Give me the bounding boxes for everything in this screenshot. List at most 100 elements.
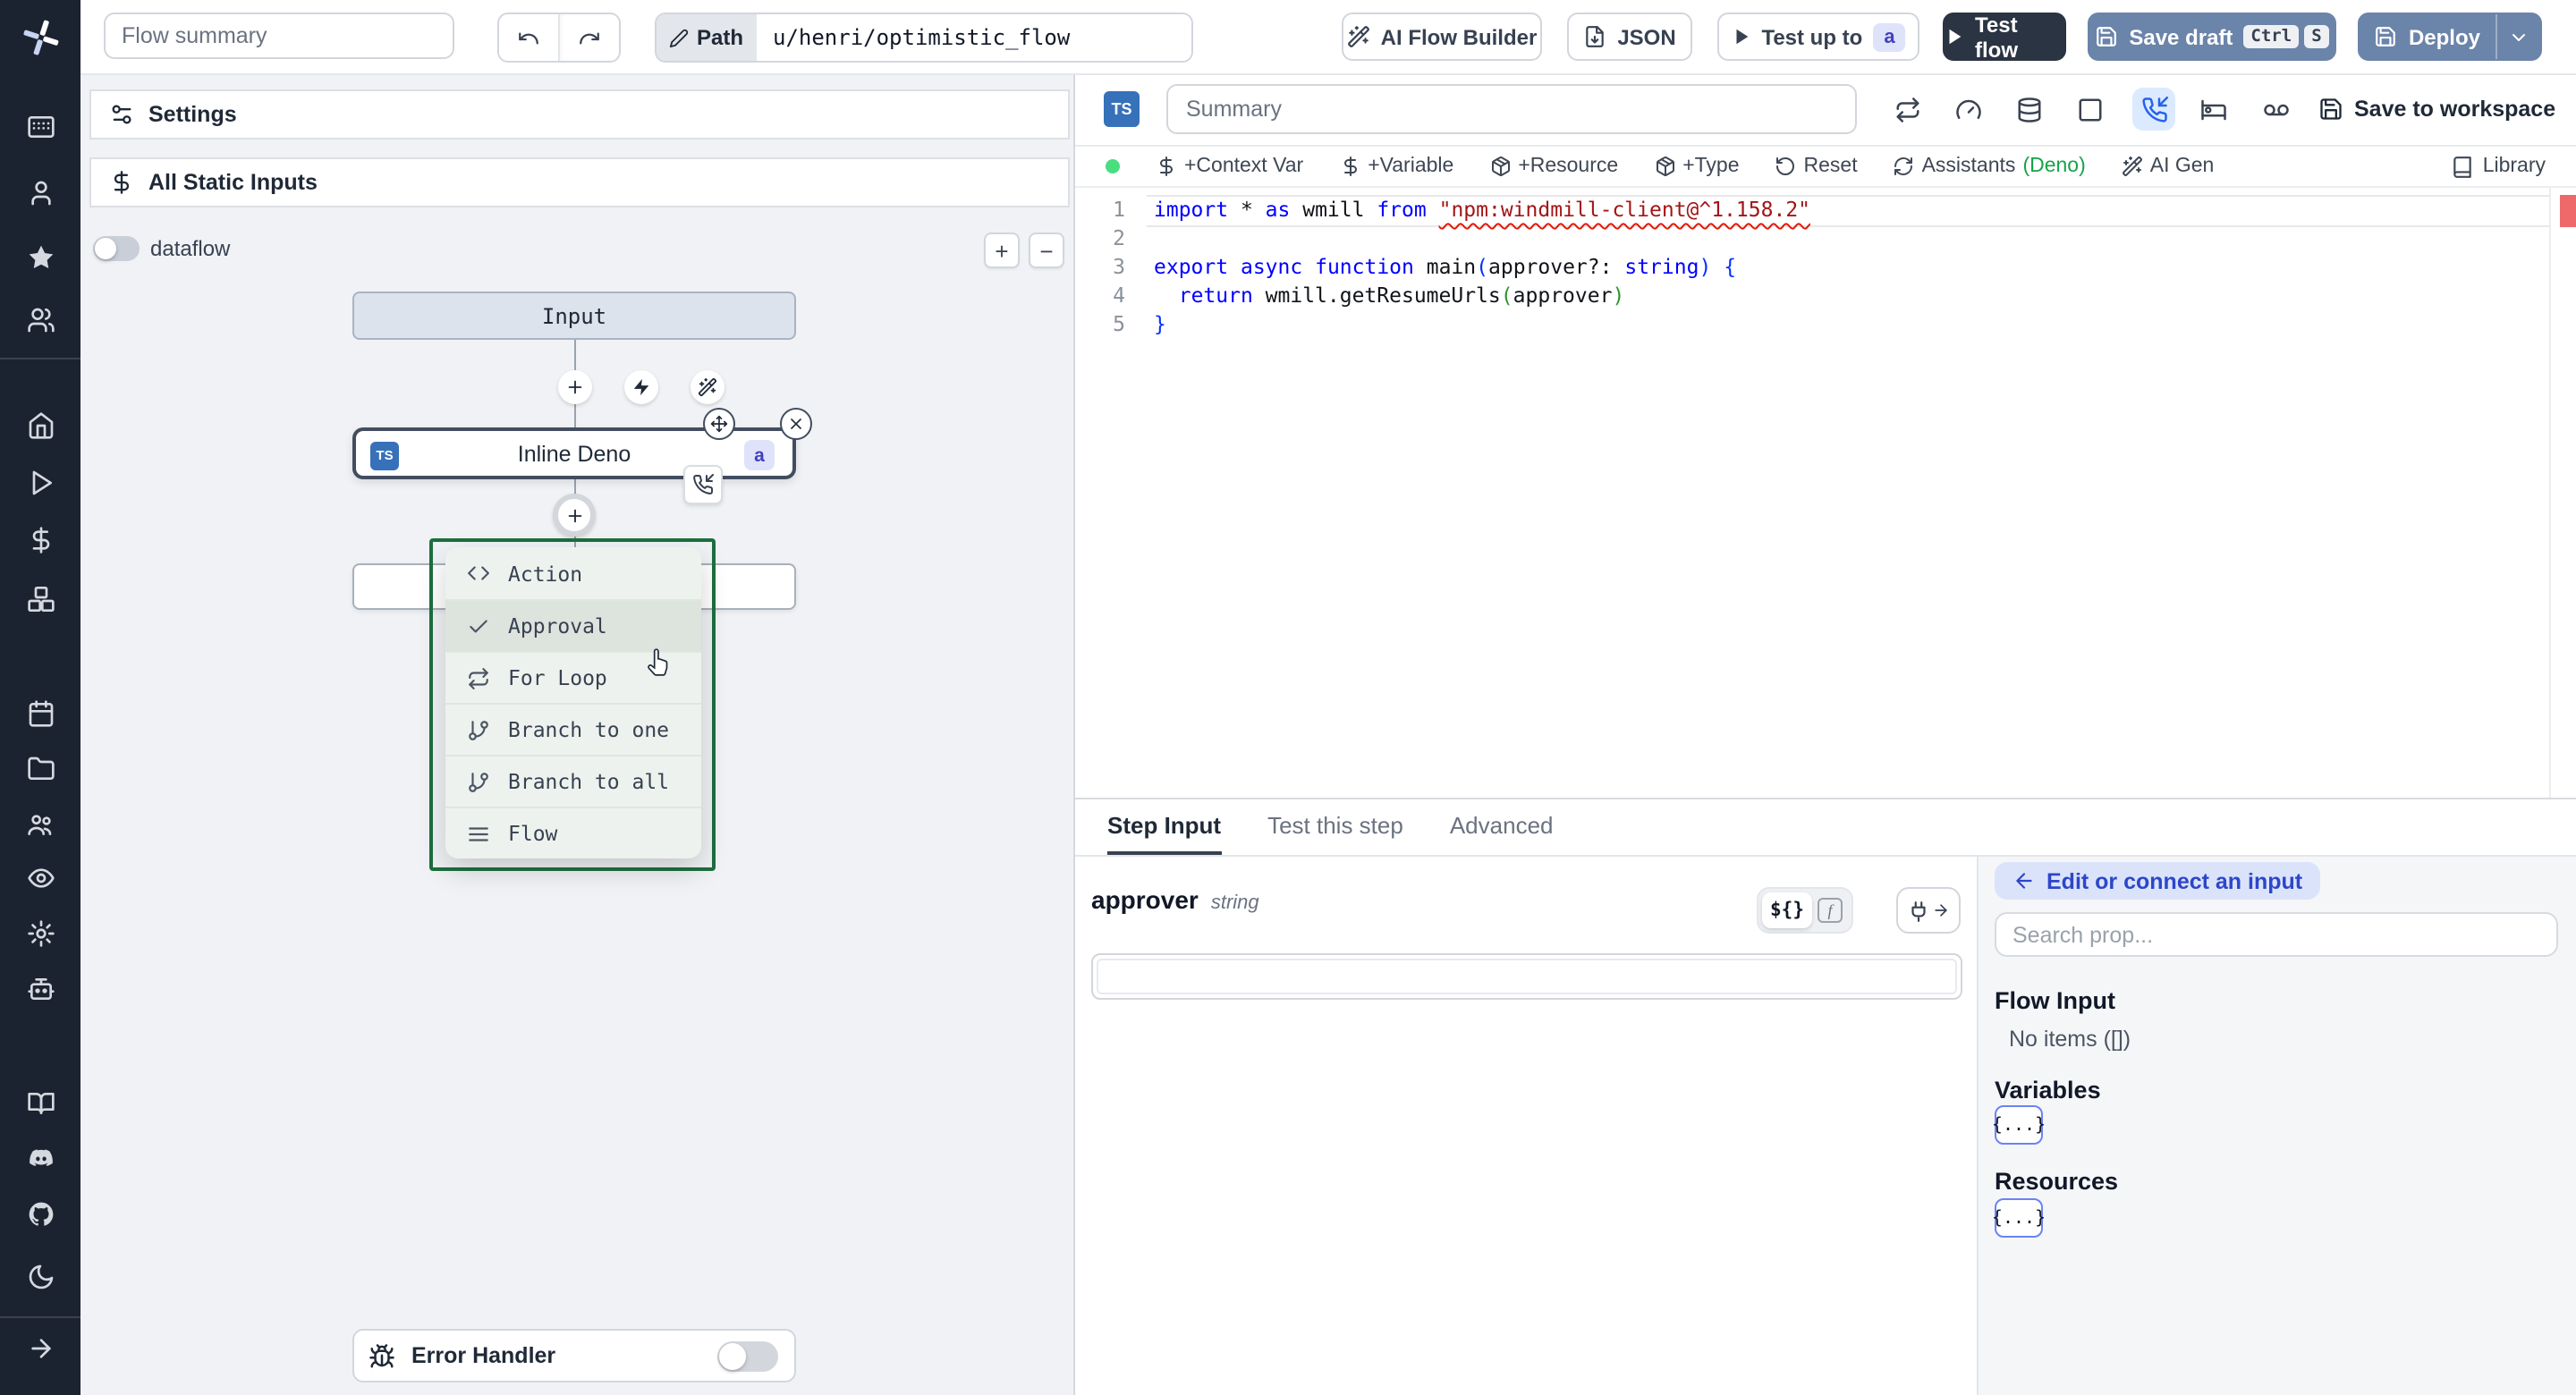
- edit-or-connect-button[interactable]: Edit or connect an input: [1995, 862, 2321, 900]
- connect-input-button[interactable]: [1896, 887, 1961, 934]
- variables-expand-button[interactable]: {...}: [1992, 1105, 2046, 1145]
- insert-step-below-button[interactable]: [553, 494, 596, 537]
- static-expr-button[interactable]: ${}: [1762, 892, 1812, 928]
- sidebar-item-folder[interactable]: [0, 748, 80, 790]
- json-button[interactable]: JSON: [1567, 13, 1692, 61]
- menu-item-branch-to-all[interactable]: Branch to all: [445, 755, 701, 807]
- deploy-button[interactable]: Deploy: [2358, 13, 2542, 61]
- arrow-right-icon: [26, 1334, 55, 1363]
- flow-settings-row[interactable]: Settings: [89, 89, 1070, 140]
- save-icon: [2375, 25, 2398, 48]
- action-assistants[interactable]: Assistants (Deno): [1894, 155, 2086, 176]
- sidebar-item-user[interactable]: [0, 172, 80, 215]
- expand-sidebar-button[interactable]: [0, 1327, 80, 1370]
- sleep-icon[interactable]: [2191, 88, 2234, 131]
- suspend-approval-badge[interactable]: [683, 465, 723, 504]
- sidebar-item-play[interactable]: [0, 461, 80, 504]
- sidebar-item-app-window[interactable]: [0, 106, 80, 148]
- code-line-5: }: [1154, 311, 1166, 336]
- action-variable[interactable]: +Variable: [1339, 155, 1453, 176]
- dataflow-toggle[interactable]: [93, 236, 140, 261]
- repeat-icon: [467, 666, 490, 689]
- sidebar-item-boxes[interactable]: [0, 578, 80, 621]
- line-number: 4: [1113, 283, 1125, 308]
- tab-advanced[interactable]: Advanced: [1450, 799, 1554, 855]
- step-id-badge: a: [744, 440, 775, 470]
- javascript-expr-button[interactable]: f: [1812, 892, 1848, 928]
- approver-value-input[interactable]: [1098, 960, 1945, 993]
- flow-summary-input[interactable]: [104, 13, 454, 59]
- delete-step-button[interactable]: [780, 408, 812, 440]
- wand-sparkles-icon: [1347, 25, 1370, 48]
- save-to-workspace-button[interactable]: Save to workspace: [2318, 73, 2555, 145]
- action-type[interactable]: +Type: [1654, 155, 1740, 176]
- field-value-editor[interactable]: [1091, 953, 1962, 1000]
- retries-icon[interactable]: [1885, 88, 1928, 131]
- test-up-to-button[interactable]: Test up to a: [1717, 13, 1919, 61]
- path-field[interactable]: Path u/henri/optimistic_flow: [655, 13, 1193, 63]
- sidebar-item-bot[interactable]: [0, 968, 80, 1010]
- keyboard-shortcut: Ctrl S: [2243, 25, 2329, 48]
- sidebar-item-gear[interactable]: [0, 912, 80, 955]
- action-reset[interactable]: Reset: [1775, 155, 1858, 176]
- action-context-var[interactable]: +Context Var: [1156, 155, 1303, 176]
- move-step-button[interactable]: [703, 408, 735, 440]
- menu-item-label: Approval: [508, 613, 607, 638]
- resources-expand-button[interactable]: {...}: [1992, 1198, 2046, 1238]
- sidebar-item-users[interactable]: [0, 299, 80, 342]
- zoom-out-button[interactable]: −: [1029, 232, 1064, 268]
- step-summary-input[interactable]: [1166, 84, 1857, 134]
- play-icon: [1945, 27, 1964, 46]
- undo-button[interactable]: [499, 14, 558, 61]
- search-prop-input[interactable]: [1995, 912, 2558, 957]
- menu-item-branch-to-one[interactable]: Branch to one: [445, 703, 701, 755]
- test-flow-button[interactable]: Test flow: [1943, 12, 2066, 62]
- code-editor[interactable]: 1 import * as wmill from "npm:windmill-cl…: [1075, 188, 2576, 798]
- menu-item-flow[interactable]: Flow: [445, 807, 701, 858]
- sidebar-item-star[interactable]: [0, 236, 80, 279]
- editor-toolbar: +Context Var +Variable +Resource +Type Reset…: [1075, 145, 2576, 188]
- action-ai-gen[interactable]: AI Gen: [2122, 155, 2214, 176]
- trigger-button[interactable]: [623, 370, 657, 404]
- code-icon: [467, 562, 490, 585]
- tab-step-input[interactable]: Step Input: [1107, 799, 1222, 855]
- sidebar-item-user-group[interactable]: [0, 803, 80, 846]
- sidebar-item-home[interactable]: [0, 404, 80, 447]
- save-draft-button[interactable]: Save draft Ctrl S: [2088, 13, 2336, 61]
- suspend-approval-icon-active[interactable]: [2132, 88, 2175, 131]
- scrollbar-track: [2549, 188, 2551, 798]
- deploy-menu-button[interactable]: [2497, 26, 2540, 47]
- sidebar-item-dollar[interactable]: [0, 519, 80, 562]
- top-toolbar: Path u/henri/optimistic_flow AI Flow Bui…: [80, 0, 2576, 75]
- tab-test-this-step[interactable]: Test this step: [1267, 799, 1403, 855]
- error-handler-row[interactable]: Error Handler: [352, 1329, 796, 1382]
- insert-step-button[interactable]: [557, 370, 591, 404]
- cache-icon[interactable]: [2007, 88, 2050, 131]
- flow-input-node[interactable]: Input: [352, 292, 796, 340]
- all-static-inputs-row[interactable]: All Static Inputs: [89, 157, 1070, 207]
- menu-item-approval[interactable]: Approval: [445, 599, 701, 651]
- resources-section-title: Resources: [1995, 1168, 2119, 1195]
- zoom-in-button[interactable]: +: [984, 232, 1020, 268]
- sidebar-item-calendar[interactable]: [0, 692, 80, 735]
- shared-directory-icon[interactable]: [2254, 88, 2297, 131]
- sidebar-item-book[interactable]: [0, 1082, 80, 1125]
- sidebar-item-github[interactable]: [0, 1193, 80, 1236]
- sidebar-item-eye[interactable]: [0, 857, 80, 900]
- gear-icon: [26, 919, 55, 948]
- code-line-1: import * as wmill from "npm:windmill-cli…: [1154, 197, 1811, 222]
- redo-button[interactable]: [558, 14, 619, 61]
- menu-item-action[interactable]: Action: [445, 547, 701, 599]
- library-button[interactable]: Library: [2451, 145, 2546, 188]
- ai-insert-button[interactable]: [690, 370, 724, 404]
- ai-flow-builder-button[interactable]: AI Flow Builder: [1342, 13, 1542, 61]
- windmill-logo-icon[interactable]: [0, 7, 80, 68]
- mock-icon[interactable]: [2068, 88, 2111, 131]
- step-node-title: Inline Deno: [517, 441, 631, 466]
- refresh-icon: [1894, 155, 1915, 176]
- early-stop-icon[interactable]: [1946, 88, 1989, 131]
- sidebar-item-discord[interactable]: [0, 1137, 80, 1180]
- sidebar-item-moon[interactable]: [0, 1256, 80, 1298]
- action-resource[interactable]: +Resource: [1489, 155, 1618, 176]
- error-handler-toggle[interactable]: [717, 1340, 778, 1371]
